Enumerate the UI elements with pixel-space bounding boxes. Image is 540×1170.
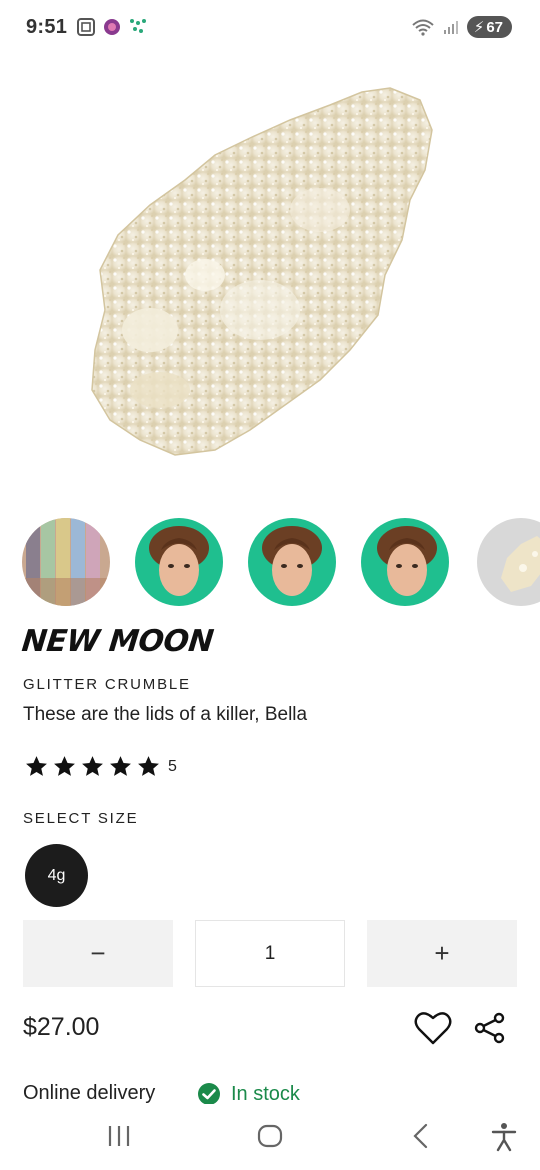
size-option-4g[interactable]: 4g [25,844,88,907]
star-icon [110,756,131,776]
quantity-increment-button[interactable]: + [367,920,517,987]
accessibility-icon[interactable] [490,1122,518,1152]
status-system-icons: ⚡ 67 [411,16,512,38]
product-hero-image[interactable] [0,60,540,500]
model-thumbnail-3[interactable] [361,518,449,606]
signal-icon [443,21,458,34]
charging-icon: ⚡ [473,19,485,36]
app-icon [104,19,120,35]
product-category: GLITTER CRUMBLE [23,676,191,693]
quantity-field[interactable]: 1 [195,920,345,987]
stock-status-text: In stock [231,1082,300,1105]
thumbnail-carousel[interactable] [22,518,540,608]
back-icon[interactable] [408,1122,434,1150]
stock-status: In stock [197,1082,300,1106]
product-price: $27.00 [23,1013,100,1041]
product-title: NEW MOON [20,624,215,659]
model-thumbnail-1[interactable] [135,518,223,606]
heart-icon[interactable] [414,1010,452,1046]
swatch-arm-thumbnail[interactable] [22,518,110,606]
status-time: 9:51 [26,16,68,38]
share-icon[interactable] [474,1012,506,1044]
status-notification-icons [76,17,148,37]
star-icon [82,756,103,776]
status-bar: 9:51 ⚡ 67 [0,0,540,56]
star-icon [26,756,47,776]
screenshot-icon [77,18,95,36]
star-rating[interactable]: 5 [24,754,177,779]
size-label: SELECT SIZE [23,810,139,827]
check-circle-icon [198,1083,220,1105]
star-icon [54,756,75,776]
star-icon [138,756,159,776]
wifi-icon [412,19,434,36]
product-tagline: These are the lids of a killer, Bella [23,704,308,725]
quantity-decrement-button[interactable]: − [23,920,173,987]
system-nav-bar [0,1104,540,1170]
model-thumbnail-2[interactable] [248,518,336,606]
home-icon[interactable] [256,1122,284,1150]
rating-count: 5 [168,757,177,775]
dots-icon [130,19,146,33]
battery-indicator: ⚡ 67 [466,16,512,38]
battery-level: 67 [486,18,503,36]
delivery-label: Online delivery [23,1082,156,1104]
crumble-thumbnail[interactable] [477,518,540,606]
recent-apps-icon[interactable] [106,1122,132,1150]
